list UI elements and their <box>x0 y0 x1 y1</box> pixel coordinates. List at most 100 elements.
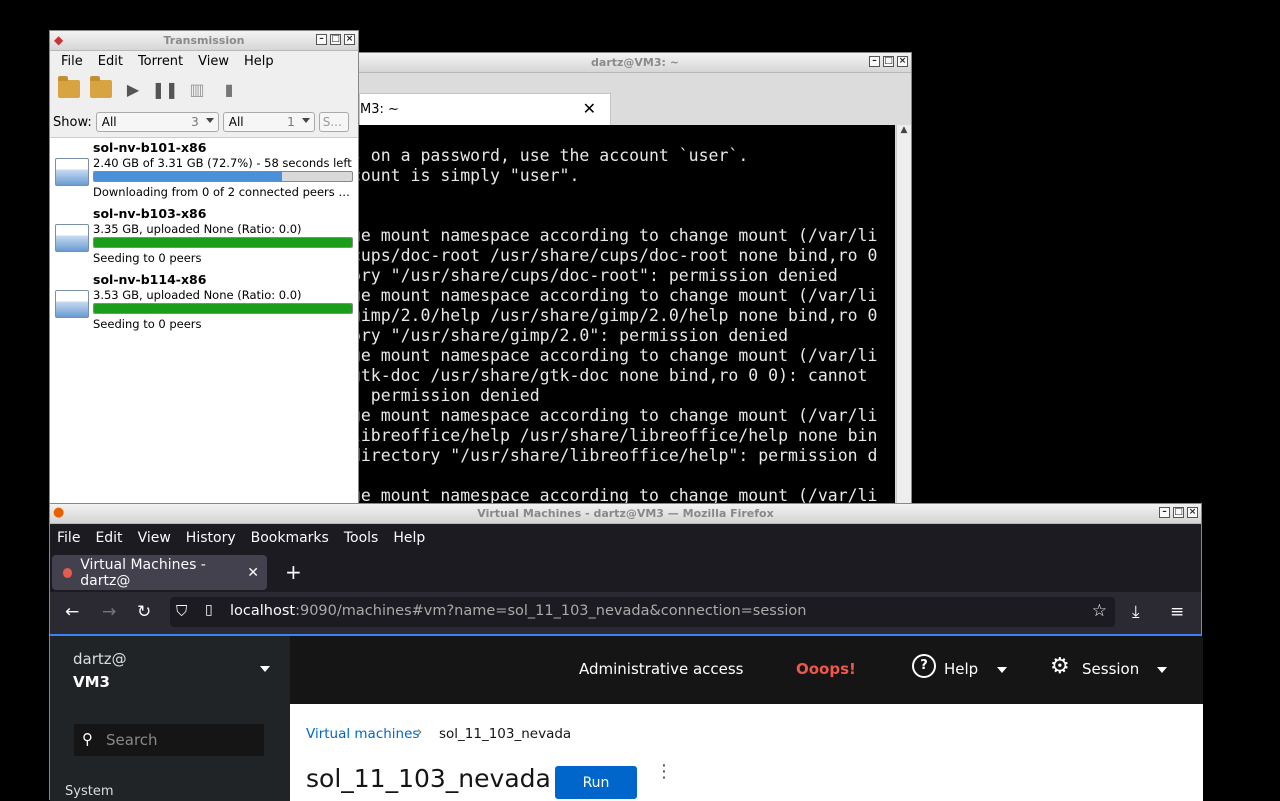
search-icon: ⚲ <box>82 730 93 748</box>
run-button[interactable]: Run <box>555 766 637 799</box>
browser-tab[interactable]: Virtual Machines - dartz@ ✕ <box>52 555 267 590</box>
close-tab-icon[interactable]: ✕ <box>247 565 259 581</box>
cockpit-main: Administrative access Ooops! ? Help ⚙ Se… <box>290 636 1203 801</box>
tab-strip: Virtual Machines - dartz@ ✕ + <box>50 552 1201 592</box>
torrent-status: Seeding to 0 peers <box>93 317 202 331</box>
close-tab-icon[interactable]: ✕ <box>583 99 596 118</box>
menu-torrent[interactable]: Torrent <box>138 54 183 69</box>
torrent-row[interactable]: sol-nv-b101-x86 2.40 GB of 3.31 GB (72.7%… <box>50 138 358 204</box>
breadcrumb-separator-icon: › <box>417 725 423 740</box>
url-text[interactable]: localhost:9090/machines#vm?name=sol_11_1… <box>230 603 806 619</box>
back-icon[interactable]: ← <box>65 602 79 622</box>
admin-access-button[interactable]: Administrative access <box>579 660 744 678</box>
terminal-scrollbar[interactable]: ▲ <box>896 125 911 511</box>
url-path: :9090/machines#vm?name=sol_11_103_nevada… <box>295 603 807 619</box>
close-icon[interactable]: × <box>344 34 355 45</box>
combo-value: All <box>228 115 244 129</box>
downloads-icon[interactable]: ⤓ <box>1132 602 1140 622</box>
torrent-progress-bar <box>93 237 353 248</box>
bookmark-star-icon[interactable]: ☆ <box>1092 601 1107 621</box>
start-icon[interactable]: ▶ <box>122 79 144 99</box>
help-button[interactable]: Help <box>944 660 978 678</box>
menu-view[interactable]: View <box>138 530 171 546</box>
progress-fill <box>94 304 352 313</box>
reload-icon[interactable]: ↻ <box>137 602 151 622</box>
scroll-up-icon[interactable]: ▲ <box>897 125 911 135</box>
page-icon[interactable]: ▯ <box>205 602 213 618</box>
breadcrumb-current: sol_11_103_nevada <box>439 726 572 742</box>
torrent-status: Seeding to 0 peers <box>93 251 202 265</box>
search-input[interactable]: S... <box>318 112 349 132</box>
menu-edit[interactable]: Edit <box>98 54 123 69</box>
open-url-icon[interactable] <box>90 76 112 98</box>
torrent-name: sol-nv-b103-x86 <box>93 206 207 221</box>
maximize-icon[interactable]: □ <box>883 56 894 67</box>
search-placeholder: S... <box>322 115 342 129</box>
menu-bookmarks[interactable]: Bookmarks <box>251 530 329 546</box>
close-icon[interactable]: × <box>1187 507 1198 518</box>
menu-history[interactable]: History <box>186 530 236 546</box>
maximize-icon[interactable]: □ <box>1173 507 1184 518</box>
torrent-list: sol-nv-b101-x86 2.40 GB of 3.31 GB (72.7%… <box>50 138 358 336</box>
help-icon[interactable]: ? <box>912 654 936 678</box>
minimize-icon[interactable]: – <box>1159 507 1170 518</box>
transmission-window: ◆ Transmission – □ × File Edit Torrent V… <box>49 30 359 505</box>
chevron-down-icon[interactable] <box>997 667 1007 673</box>
transmission-logo-icon: ◆ <box>54 33 64 47</box>
menu-help[interactable]: Help <box>393 530 425 546</box>
menu-edit[interactable]: Edit <box>95 530 122 546</box>
url-bar[interactable]: ⛉ ▯ localhost:9090/machines#vm?name=sol_… <box>170 597 1115 627</box>
host-name[interactable]: VM3 <box>73 673 110 691</box>
menu-file[interactable]: File <box>57 530 80 546</box>
activity-filter-combo[interactable]: All 3 <box>95 112 219 132</box>
open-torrent-icon[interactable] <box>58 76 80 98</box>
close-icon[interactable]: × <box>897 56 908 67</box>
kebab-menu-icon[interactable]: ⋮ <box>655 763 673 781</box>
new-tab-icon[interactable]: + <box>285 560 302 584</box>
vm-title: sol_11_103_nevada <box>306 764 551 793</box>
pause-icon[interactable]: ❚❚ <box>152 79 179 99</box>
terminal-tab[interactable]: M3: ~ ✕ <box>359 93 611 125</box>
gear-icon[interactable]: ⚙ <box>1050 654 1070 679</box>
transmission-titlebar[interactable]: ◆ Transmission – □ × <box>50 31 358 51</box>
menu-help[interactable]: Help <box>244 54 274 69</box>
tracker-filter-combo[interactable]: All 1 <box>222 112 315 132</box>
forward-icon[interactable]: → <box>102 602 116 622</box>
breadcrumb-virtual-machines[interactable]: Virtual machines <box>306 726 419 742</box>
show-label: Show: <box>53 114 92 130</box>
transmission-title: Transmission <box>163 34 245 47</box>
firefox-titlebar[interactable]: ● Virtual Machines - dartz@VM3 — Mozilla… <box>50 504 1201 524</box>
terminal-screen[interactable]: ts on a password, use the account `user`… <box>359 125 895 511</box>
menu-tools[interactable]: Tools <box>344 530 379 546</box>
minimize-icon[interactable]: – <box>316 34 327 45</box>
torrent-progress-text: 2.40 GB of 3.31 GB (72.7%) - 58 seconds … <box>93 156 352 170</box>
ooops-button[interactable]: Ooops! <box>796 660 856 678</box>
host-dropdown-icon[interactable] <box>260 666 270 672</box>
chevron-down-icon <box>205 118 214 123</box>
terminal-output: ts on a password, use the account `user`… <box>359 146 878 505</box>
shield-icon[interactable]: ⛉ <box>176 602 187 620</box>
search-placeholder: Search <box>106 731 158 749</box>
maximize-icon[interactable]: □ <box>330 34 341 45</box>
torrent-row[interactable]: sol-nv-b103-x86 3.35 GB, uploaded None (R… <box>50 204 358 270</box>
search-input[interactable]: ⚲ Search <box>74 724 264 756</box>
combo-count: 1 <box>287 115 295 129</box>
terminal-titlebar[interactable]: dartz@VM3: ~ – □ × <box>359 53 911 73</box>
menu-file[interactable]: File <box>61 54 83 69</box>
menu-view[interactable]: View <box>198 54 229 69</box>
torrent-progress-bar <box>93 303 353 314</box>
chevron-down-icon[interactable] <box>1157 667 1167 673</box>
cockpit-sidebar: dartz@ VM3 ⚲ Search System <box>50 636 290 801</box>
firefox-window: ● Virtual Machines - dartz@VM3 — Mozilla… <box>49 503 1203 801</box>
minimize-icon[interactable]: – <box>869 56 880 67</box>
session-button[interactable]: Session <box>1082 660 1139 678</box>
properties-icon[interactable]: ▮ <box>218 79 240 99</box>
torrent-row[interactable]: sol-nv-b114-x86 3.53 GB, uploaded None (R… <box>50 270 358 336</box>
hamburger-menu-icon[interactable]: ≡ <box>1170 602 1184 622</box>
transmission-menubar: File Edit Torrent View Help <box>50 51 358 71</box>
nav-section-system: System <box>65 784 114 799</box>
remove-trash-icon[interactable]: ▥ <box>186 79 208 99</box>
progress-fill <box>94 172 282 181</box>
firefox-title: Virtual Machines - dartz@VM3 — Mozilla F… <box>477 507 774 520</box>
filter-bar: Show: All 3 All 1 S... <box>50 107 358 138</box>
